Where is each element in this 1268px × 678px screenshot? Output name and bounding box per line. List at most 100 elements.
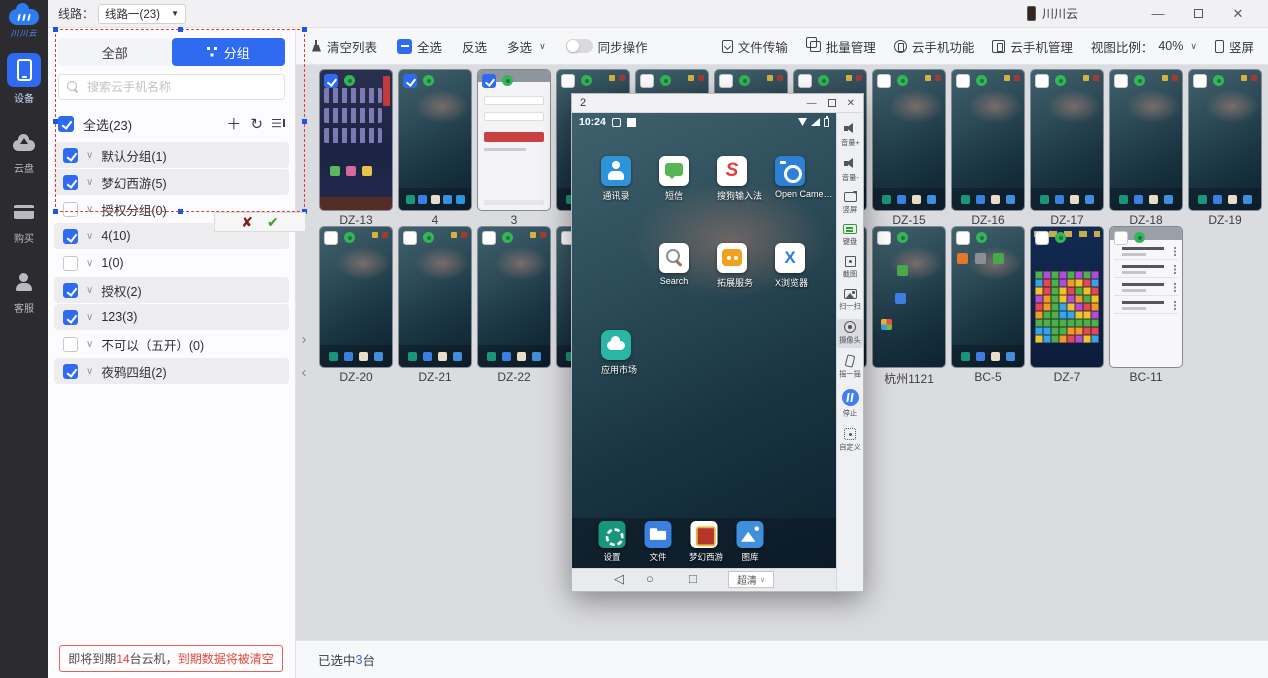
tool-keyboard[interactable]: 键盘 (837, 222, 863, 249)
search-input[interactable] (85, 79, 276, 95)
dock-menghuan[interactable]: 梦幻西游 (689, 521, 719, 563)
batch-manage-button[interactable]: 批量管理 (806, 37, 876, 56)
thumb-checkbox[interactable] (403, 231, 417, 245)
popup-close-button[interactable]: ✕ (847, 98, 855, 109)
phone-thumbnail[interactable]: DZ-19 (1189, 70, 1261, 227)
group-row[interactable]: ∨不可以（五开）(0) (54, 331, 289, 357)
thumb-checkbox[interactable] (561, 74, 575, 88)
group-checkbox[interactable] (63, 175, 78, 190)
group-checkbox[interactable] (63, 283, 78, 298)
phone-thumbnail[interactable]: BC-11 (1110, 227, 1182, 384)
phone-thumbnail[interactable]: 4 (399, 70, 471, 227)
group-checkbox[interactable] (63, 256, 78, 271)
tool-volume-up[interactable]: 音量+ (837, 120, 863, 150)
line-select[interactable]: 线路一(23) ▼ (98, 4, 186, 24)
panel-collapse-arrow[interactable]: ‹ (297, 364, 311, 381)
collapse-list-button[interactable] (272, 117, 285, 132)
phone-thumbnail[interactable]: DZ-17 (1031, 70, 1103, 227)
select-all-checkbox[interactable] (58, 116, 74, 132)
phone-function-button[interactable]: 云手机功能 (894, 37, 975, 56)
group-checkbox[interactable] (63, 202, 78, 217)
multi-select-button[interactable]: 多选∨ (507, 37, 546, 56)
search-box[interactable] (58, 74, 285, 100)
maximize-button[interactable] (1178, 6, 1218, 21)
refresh-button[interactable]: ↻ (250, 117, 263, 132)
thumb-checkbox[interactable] (877, 74, 891, 88)
phone-thumbnail[interactable]: 杭州1121 (873, 227, 945, 384)
sidebar-item-support[interactable]: 客服 (0, 267, 48, 315)
thumb-checkbox[interactable] (1193, 74, 1207, 88)
app-open-camera[interactable]: Open Came… (775, 156, 805, 199)
thumb-checkbox[interactable] (640, 74, 654, 88)
tool-scan[interactable]: 扫一扫 (837, 287, 863, 314)
phone-screen[interactable]: 10:24 设置文件梦幻西游图库 通讯录短信S搜狗输入法Open Came…Se… (572, 113, 836, 568)
dock-settings[interactable]: 设置 (597, 521, 627, 563)
phone-thumbnail[interactable]: DZ-22 (478, 227, 550, 384)
sync-operation-toggle[interactable]: 同步操作 (566, 37, 648, 56)
close-button[interactable]: ✕ (1218, 6, 1258, 22)
recents-button[interactable]: □ (689, 571, 697, 586)
thumb-checkbox[interactable] (482, 74, 496, 88)
phone-thumbnail[interactable]: DZ-7 (1031, 227, 1103, 384)
thumb-checkbox[interactable] (877, 231, 891, 245)
thumb-checkbox[interactable] (1114, 74, 1128, 88)
app-x-browser[interactable]: XX浏览器 (775, 243, 805, 289)
sidebar-item-purchase[interactable]: 购买 (0, 197, 48, 245)
quality-select[interactable]: 超清 ∨ (728, 571, 774, 588)
home-button[interactable]: ○ (646, 571, 654, 586)
popup-maximize-button[interactable] (828, 99, 836, 107)
group-row[interactable]: ∨夜鸦四组(2) (54, 358, 289, 384)
tool-rotate-screen[interactable]: 竖屏 (837, 190, 863, 217)
popup-titlebar[interactable]: 2 — ✕ (572, 94, 863, 113)
phone-thumbnail[interactable]: BC-5 (952, 227, 1024, 384)
thumb-checkbox[interactable] (719, 74, 733, 88)
selection-confirm-button[interactable]: ✔ (267, 215, 279, 229)
group-checkbox[interactable] (63, 229, 78, 244)
view-ratio-control[interactable]: 视图比例： 40% ∨ (1091, 37, 1197, 56)
app-sms[interactable]: 短信 (659, 156, 689, 202)
app-sogou[interactable]: S搜狗输入法 (717, 156, 747, 202)
selection-cancel-button[interactable]: ✘ (241, 215, 253, 229)
panel-expand-arrow[interactable]: › (297, 331, 311, 348)
phone-thumbnail[interactable]: DZ-13 (320, 70, 392, 227)
phone-thumbnail[interactable]: DZ-21 (399, 227, 471, 384)
app-app-market[interactable]: 应用市场 (601, 330, 631, 376)
thumb-checkbox[interactable] (482, 231, 496, 245)
thumb-checkbox[interactable] (956, 231, 970, 245)
app-extend-service[interactable]: 拓展服务 (717, 243, 747, 289)
thumb-checkbox[interactable] (1114, 231, 1128, 245)
group-checkbox[interactable] (63, 364, 78, 379)
app-contacts[interactable]: 通讯录 (601, 156, 631, 202)
thumb-checkbox[interactable] (403, 74, 417, 88)
tool-stop[interactable]: 停止 (837, 387, 863, 421)
portrait-button[interactable]: 竖屏 (1215, 37, 1254, 56)
group-row[interactable]: ∨123(3) (54, 304, 289, 330)
tool-volume-down[interactable]: 音量- (837, 155, 863, 185)
thumb-checkbox[interactable] (956, 74, 970, 88)
invert-select-button[interactable]: 反选 (462, 37, 487, 56)
tool-shake[interactable]: 摇一摇 (837, 353, 863, 382)
group-checkbox[interactable] (63, 337, 78, 352)
thumb-checkbox[interactable] (324, 74, 338, 88)
dock-gallery[interactable]: 图库 (735, 521, 765, 563)
select-all-button[interactable]: 全选 (397, 37, 442, 56)
group-row[interactable]: ∨默认分组(1) (54, 142, 289, 168)
add-group-button[interactable]: ＋ (226, 117, 241, 132)
group-checkbox[interactable] (63, 310, 78, 325)
group-row[interactable]: ∨1(0) (54, 250, 289, 276)
tool-camera[interactable]: 摄像头 (837, 319, 863, 348)
phone-thumbnail[interactable]: DZ-15 (873, 70, 945, 227)
thumb-checkbox[interactable] (798, 74, 812, 88)
tab-all[interactable]: 全部 (58, 38, 172, 66)
group-row[interactable]: ∨授权(2) (54, 277, 289, 303)
clear-list-button[interactable]: 清空列表 (310, 37, 377, 56)
sidebar-item-cloud-disk[interactable]: 云盘 (0, 127, 48, 175)
group-row[interactable]: ∨梦幻西游(5) (54, 169, 289, 195)
sidebar-item-device[interactable]: 设备 (0, 53, 48, 105)
thumb-checkbox[interactable] (324, 231, 338, 245)
back-button[interactable]: ◁ (614, 571, 624, 587)
thumb-checkbox[interactable] (1035, 231, 1049, 245)
phone-thumbnail[interactable]: DZ-18 (1110, 70, 1182, 227)
group-checkbox[interactable] (63, 148, 78, 163)
file-transfer-button[interactable]: 文件传输 (722, 37, 788, 56)
